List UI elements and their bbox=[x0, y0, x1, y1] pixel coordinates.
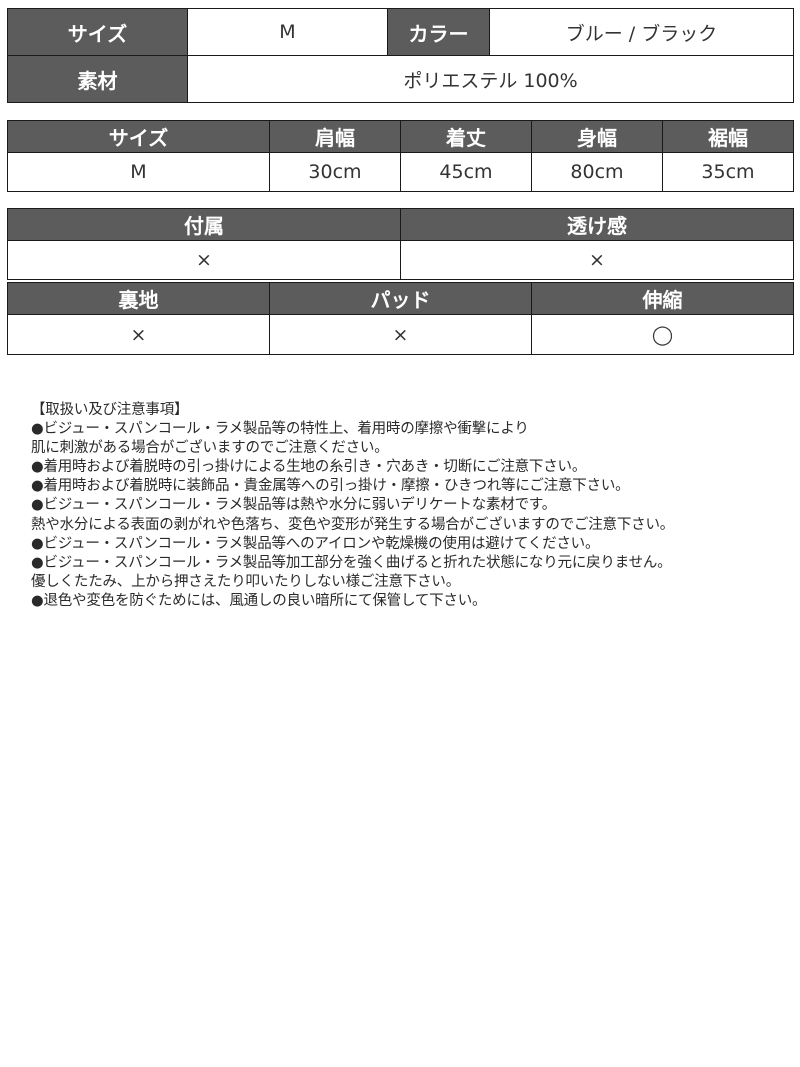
table-row: M 30cm 45cm 80cm 35cm bbox=[7, 152, 794, 192]
care-note-line: 優しくたたみ、上から押さえたり叩いたりしない様ご注意下さい。 bbox=[31, 573, 460, 590]
care-note-line: ●着用時および着脱時の引っ掛けによる生地の糸引き・穴あき・切断にご注意下さい。 bbox=[31, 459, 587, 476]
cell-sheerness: × bbox=[400, 240, 794, 280]
features-table-1: 付属 透け感 × × bbox=[7, 208, 794, 280]
care-notes-title: 【取扱い及び注意事項】 bbox=[31, 402, 189, 418]
material-label: 素材 bbox=[7, 55, 188, 103]
product-summary-table: サイズ M カラー ブルー / ブラック 素材 ポリエステル 100% bbox=[7, 8, 794, 103]
cell-size: M bbox=[7, 152, 270, 192]
features-header-row-2: 裏地 パッド 伸縮 bbox=[7, 282, 794, 315]
header-shoulder-width: 肩幅 bbox=[269, 120, 401, 153]
cell-pad: × bbox=[269, 314, 532, 355]
table-row: × × bbox=[7, 240, 794, 280]
header-sheerness: 透け感 bbox=[400, 208, 794, 241]
care-note-line: ●退色や変色を防ぐためには、風通しの良い暗所にて保管して下さい。 bbox=[31, 592, 487, 609]
care-notes: 【取扱い及び注意事項】 ●ビジュー・スパンコール・ラメ製品等の特性上、着用時の摩… bbox=[31, 401, 674, 611]
header-pad: パッド bbox=[269, 282, 532, 315]
measurements-table: サイズ 肩幅 着丈 身幅 裾幅 M 30cm 45cm 80cm 35cm bbox=[7, 120, 794, 192]
care-note-line: ●ビジュー・スパンコール・ラメ製品等加工部分を強く曲げると折れた状態になり元に戻… bbox=[31, 554, 672, 571]
cell-lining: × bbox=[7, 314, 270, 355]
color-label: カラー bbox=[387, 8, 490, 56]
care-note-line: ●ビジュー・スパンコール・ラメ製品等は熱や水分に弱いデリケートな素材です。 bbox=[31, 497, 557, 514]
header-lining: 裏地 bbox=[7, 282, 270, 315]
measurements-header-row: サイズ 肩幅 着丈 身幅 裾幅 bbox=[7, 120, 794, 153]
care-note-line: ●ビジュー・スパンコール・ラメ製品等へのアイロンや乾燥機の使用は避けてください。 bbox=[31, 535, 600, 552]
cell-stretch: ◯ bbox=[531, 314, 794, 355]
header-accessories: 付属 bbox=[7, 208, 401, 241]
cell-body-width: 80cm bbox=[531, 152, 663, 192]
summary-row-size-color: サイズ M カラー ブルー / ブラック bbox=[7, 8, 794, 56]
header-body-width: 身幅 bbox=[531, 120, 663, 153]
size-value: M bbox=[187, 8, 388, 56]
cell-length: 45cm bbox=[400, 152, 532, 192]
summary-row-material: 素材 ポリエステル 100% bbox=[7, 55, 794, 103]
care-note-line: 肌に刺激がある場合がございますのでご注意ください。 bbox=[31, 440, 389, 457]
size-label: サイズ bbox=[7, 8, 188, 56]
header-length: 着丈 bbox=[400, 120, 532, 153]
care-note-line: 熱や水分による表面の剥がれや色落ち、変色や変形が発生する場合がございますのでご注… bbox=[31, 516, 675, 533]
material-value: ポリエステル 100% bbox=[187, 55, 794, 103]
care-note-line: ●着用時および着脱時に装飾品・貴金属等への引っ掛け・摩擦・ひきつれ等にご注意下さ… bbox=[31, 478, 630, 495]
cell-hem-width: 35cm bbox=[662, 152, 794, 192]
features-table-2: 裏地 パッド 伸縮 × × ◯ bbox=[7, 282, 794, 355]
cell-shoulder-width: 30cm bbox=[269, 152, 401, 192]
header-hem-width: 裾幅 bbox=[662, 120, 794, 153]
table-row: × × ◯ bbox=[7, 314, 794, 355]
header-size: サイズ bbox=[7, 120, 270, 153]
care-note-line: ●ビジュー・スパンコール・ラメ製品等の特性上、着用時の摩擦や衝撃により bbox=[31, 421, 529, 438]
color-value: ブルー / ブラック bbox=[489, 8, 794, 56]
header-stretch: 伸縮 bbox=[531, 282, 794, 315]
features-header-row-1: 付属 透け感 bbox=[7, 208, 794, 241]
cell-accessories: × bbox=[7, 240, 401, 280]
